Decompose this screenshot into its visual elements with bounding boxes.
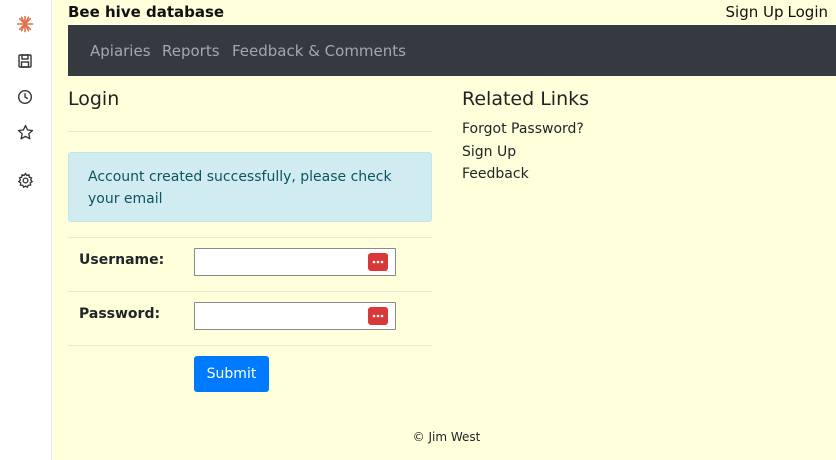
nav-item-apiaries[interactable]: Apiaries xyxy=(90,42,151,60)
forgot-password-link[interactable]: Forgot Password? xyxy=(462,118,822,141)
username-input[interactable] xyxy=(195,249,395,275)
browser-sidebar xyxy=(0,0,52,460)
nav-item-feedback-comments[interactable]: Feedback & Comments xyxy=(232,42,406,60)
username-input-wrapper xyxy=(194,248,396,276)
save-icon[interactable] xyxy=(14,50,36,72)
password-input[interactable] xyxy=(195,303,395,329)
username-row: Username: xyxy=(68,237,432,291)
username-label: Username: xyxy=(79,252,165,268)
top-bar: Bee hive database Sign Up Login xyxy=(68,3,828,25)
sign-up-link[interactable]: Sign Up xyxy=(726,3,784,21)
app-logo-icon[interactable] xyxy=(14,13,36,35)
password-manager-icon[interactable] xyxy=(368,253,388,271)
site-title: Bee hive database xyxy=(68,3,225,21)
login-heading: Login xyxy=(68,88,120,110)
login-link[interactable]: Login xyxy=(788,3,828,21)
success-alert: Account created successfully, please che… xyxy=(68,152,432,222)
password-manager-icon[interactable] xyxy=(368,307,388,325)
footer: © Jim West xyxy=(412,430,481,444)
auth-links: Sign Up Login xyxy=(722,3,828,21)
password-row: Password: xyxy=(68,291,432,345)
feedback-link[interactable]: Feedback xyxy=(462,163,822,186)
login-section: Login Account created successfully, plea… xyxy=(68,88,432,392)
related-links-section: Related Links Forgot Password? Sign Up F… xyxy=(462,88,822,186)
related-links-heading: Related Links xyxy=(462,88,590,110)
password-label: Password: xyxy=(79,306,161,322)
form-bottom-divider xyxy=(68,345,432,346)
navbar: Apiaries Reports Feedback & Comments xyxy=(68,25,836,76)
page-content: Bee hive database Sign Up Login Apiaries … xyxy=(53,0,836,460)
password-input-wrapper xyxy=(194,302,396,330)
divider xyxy=(68,131,432,132)
sign-up-related-link[interactable]: Sign Up xyxy=(462,141,822,164)
submit-button[interactable]: Submit xyxy=(194,356,269,392)
nav-item-reports[interactable]: Reports xyxy=(162,42,220,60)
settings-icon[interactable] xyxy=(14,169,36,191)
history-icon[interactable] xyxy=(14,86,36,108)
star-icon[interactable] xyxy=(14,121,36,143)
